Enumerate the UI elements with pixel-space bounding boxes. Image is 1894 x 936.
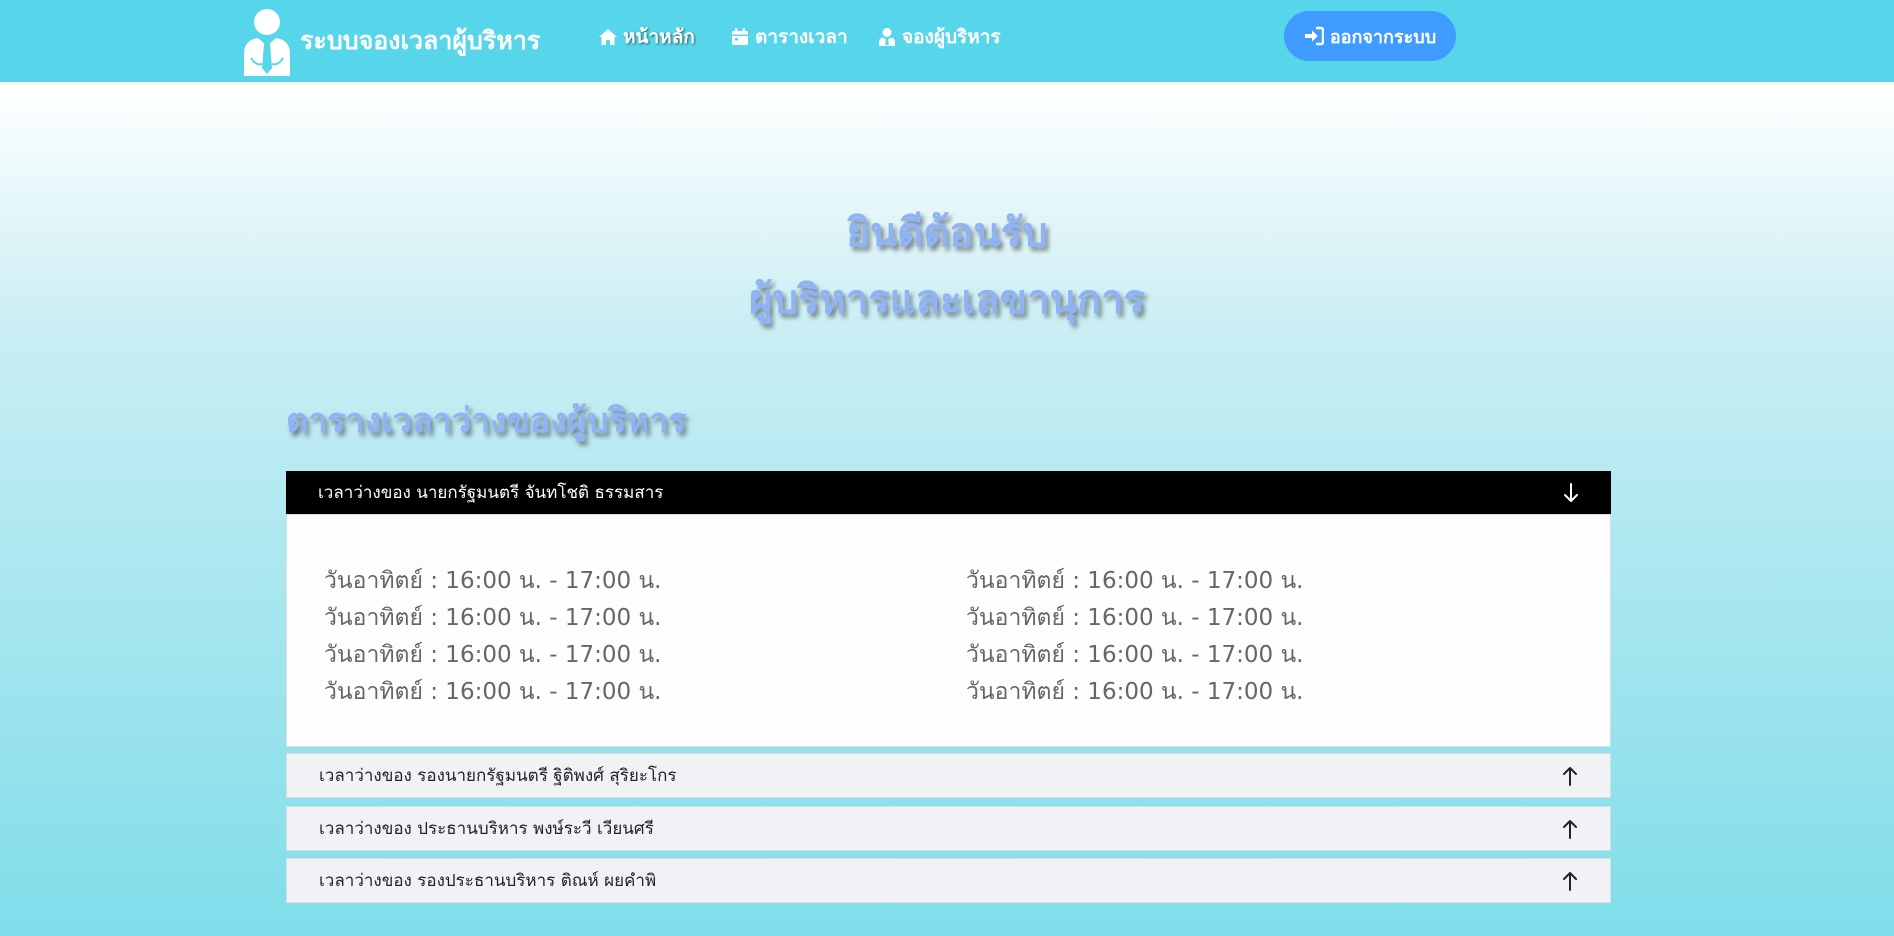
sign-in-icon	[1304, 26, 1324, 46]
section-title: ตารางเวลาว่างของผู้บริหาร	[286, 401, 687, 441]
accordion-title: เวลาว่างของ รองนายกรัฐมนตรี ฐิติพงศ์ สุร…	[319, 766, 677, 786]
nav-schedule[interactable]: ตารางเวลา	[730, 22, 848, 52]
arrow-up-icon	[1563, 766, 1577, 786]
nav-schedule-label: ตารางเวลา	[755, 26, 848, 48]
accordion-title: เวลาว่างของ รองประธานบริหาร ติณห์ ผยคำพิ	[319, 871, 657, 891]
arrow-up-icon	[1563, 819, 1577, 839]
time-slot: วันอาทิตย์ : 16:00 น. - 17:00 น.	[966, 568, 1304, 594]
time-slot: วันอาทิตย์ : 16:00 น. - 17:00 น.	[966, 642, 1304, 668]
logout-button[interactable]: ออกจากระบบ	[1284, 11, 1456, 61]
welcome-line-2: ผู้บริหารและเลขานุการ	[749, 277, 1145, 323]
time-slot: วันอาทิตย์ : 16:00 น. - 17:00 น.	[966, 679, 1304, 705]
arrow-down-icon	[1564, 482, 1578, 502]
nav-book-executive[interactable]: จองผู้บริหาร	[877, 22, 1001, 52]
accordion-header-prime-minister[interactable]: เวลาว่างของ นายกรัฐมนตรี จันทโชติ ธรรมสา…	[286, 471, 1611, 514]
accordion-title: เวลาว่างของ ประธานบริหาร พงษ์ระวี เวียนศ…	[319, 819, 654, 839]
time-slot: วันอาทิตย์ : 16:00 น. - 17:00 น.	[324, 568, 662, 594]
accordion-header-deputy-prime-minister[interactable]: เวลาว่างของ รองนายกรัฐมนตรี ฐิติพงศ์ สุร…	[286, 753, 1611, 798]
nav-home[interactable]: หน้าหลัก	[598, 22, 695, 52]
time-slot: วันอาทิตย์ : 16:00 น. - 17:00 น.	[324, 679, 662, 705]
user-tie-icon	[879, 28, 895, 46]
time-slot: วันอาทิตย์ : 16:00 น. - 17:00 น.	[324, 605, 662, 631]
accordion-title: เวลาว่างของ นายกรัฐมนตรี จันทโชติ ธรรมสา…	[318, 483, 664, 503]
brand-title: ระบบจองเวลาผู้บริหาร	[300, 26, 541, 55]
nav-home-label: หน้าหลัก	[623, 26, 695, 48]
top-navbar: ระบบจองเวลาผู้บริหาร หน้าหลัก ตารางเวลา …	[0, 0, 1894, 82]
accordion-header-deputy-chairman[interactable]: เวลาว่างของ รองประธานบริหาร ติณห์ ผยคำพิ	[286, 858, 1611, 903]
logout-label: ออกจากระบบ	[1329, 26, 1437, 48]
accordion-header-executive-chairman[interactable]: เวลาว่างของ ประธานบริหาร พงษ์ระวี เวียนศ…	[286, 806, 1611, 851]
nav-book-label: จองผู้บริหาร	[902, 26, 1001, 48]
welcome-heading: ยินดีต้อนรับ ผู้บริหารและเลขานุการ	[0, 200, 1894, 334]
time-slot: วันอาทิตย์ : 16:00 น. - 17:00 น.	[966, 605, 1304, 631]
welcome-line-1: ยินดีต้อนรับ	[846, 210, 1048, 256]
accordion-body-prime-minister: วันอาทิตย์ : 16:00 น. - 17:00 น. วันอาทิ…	[286, 514, 1611, 747]
arrow-up-icon	[1563, 871, 1577, 891]
businessman-icon	[244, 9, 290, 76]
brand[interactable]: ระบบจองเวลาผู้บริหาร	[240, 6, 540, 76]
time-slot: วันอาทิตย์ : 16:00 น. - 17:00 น.	[324, 642, 662, 668]
home-icon	[599, 29, 617, 45]
calendar-icon	[732, 28, 748, 45]
